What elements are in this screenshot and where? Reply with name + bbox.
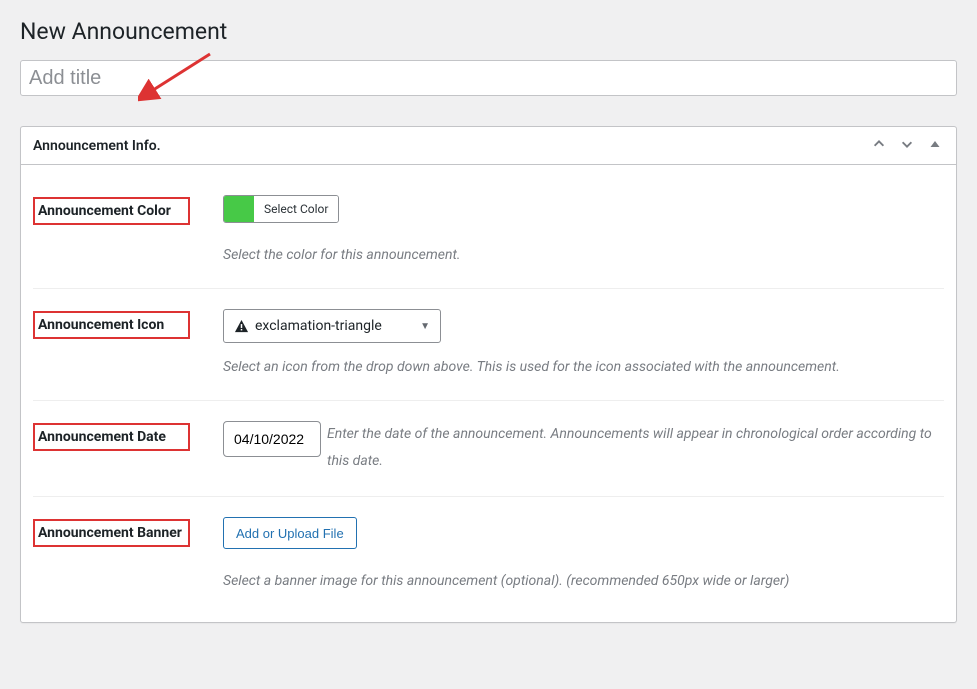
field-row-icon: Announcement Icon exclamation-triangle ▼… bbox=[33, 289, 944, 401]
field-row-banner: Announcement Banner Add or Upload File S… bbox=[33, 497, 944, 598]
label-announcement-color: Announcement Color bbox=[33, 197, 190, 225]
color-swatch bbox=[224, 196, 254, 222]
label-announcement-date: Announcement Date bbox=[33, 423, 190, 451]
color-picker-label: Select Color bbox=[254, 196, 338, 222]
field-row-date: Announcement Date Enter the date of the … bbox=[33, 401, 944, 497]
panel-move-up-icon[interactable] bbox=[870, 137, 888, 154]
label-announcement-banner: Announcement Banner bbox=[33, 519, 190, 547]
exclamation-triangle-icon bbox=[234, 319, 249, 334]
page-title: New Announcement bbox=[20, 18, 957, 45]
icon-description: Select an icon from the drop down above.… bbox=[223, 357, 944, 378]
panel-controls bbox=[870, 137, 944, 154]
date-description: Enter the date of the announcement. Anno… bbox=[327, 421, 944, 474]
panel-body: Announcement Color Select Color Select t… bbox=[21, 165, 956, 622]
panel-move-down-icon[interactable] bbox=[898, 137, 916, 154]
banner-description: Select a banner image for this announcem… bbox=[223, 571, 944, 592]
chevron-down-icon: ▼ bbox=[420, 321, 430, 332]
date-input[interactable] bbox=[223, 421, 321, 457]
panel-title: Announcement Info. bbox=[33, 138, 161, 154]
announcement-info-panel: Announcement Info. Announcement Color Se… bbox=[20, 126, 957, 623]
field-row-color: Announcement Color Select Color Select t… bbox=[33, 175, 944, 289]
panel-header: Announcement Info. bbox=[21, 127, 956, 165]
icon-select-dropdown[interactable]: exclamation-triangle ▼ bbox=[223, 309, 441, 343]
color-picker-button[interactable]: Select Color bbox=[223, 195, 339, 223]
color-description: Select the color for this announcement. bbox=[223, 245, 944, 266]
panel-toggle-icon[interactable] bbox=[926, 138, 944, 153]
title-field-wrap bbox=[20, 60, 957, 96]
icon-select-value: exclamation-triangle bbox=[255, 318, 382, 334]
add-upload-file-button[interactable]: Add or Upload File bbox=[223, 517, 357, 549]
label-announcement-icon: Announcement Icon bbox=[33, 311, 190, 339]
post-title-input[interactable] bbox=[20, 60, 957, 96]
